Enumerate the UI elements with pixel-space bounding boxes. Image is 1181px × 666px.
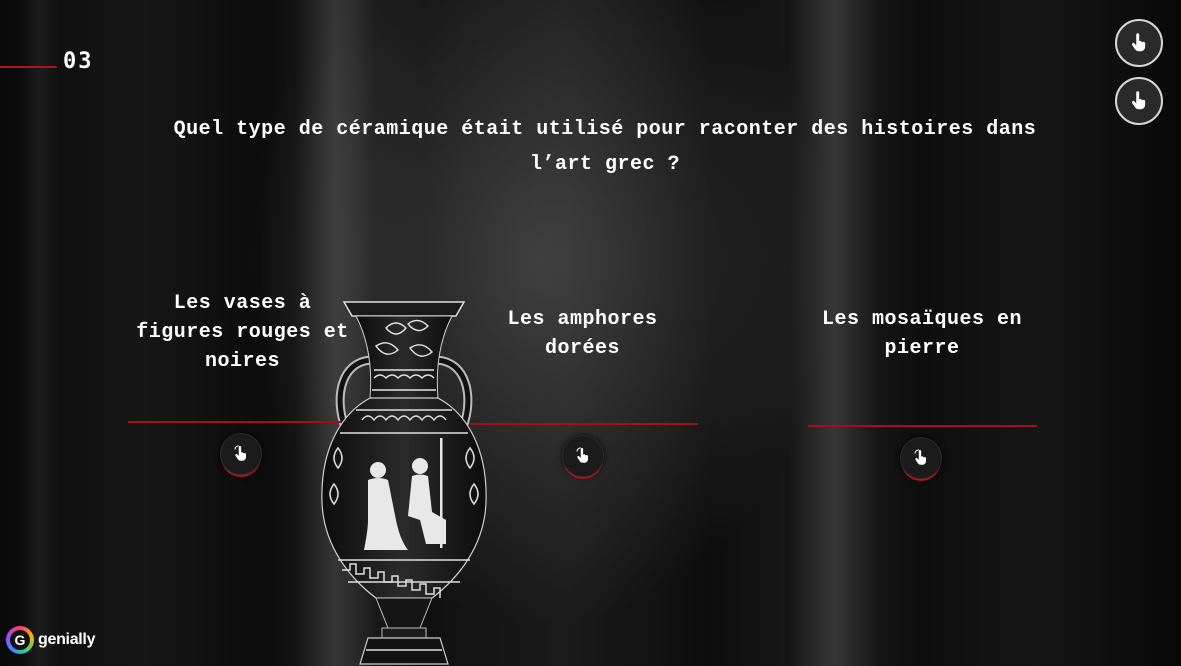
light-streak	[20, 0, 60, 666]
answer-1-underline	[128, 421, 341, 423]
answer-3-underline	[808, 425, 1037, 427]
quiz-slide: 03 Quel type de céramique était utilisé …	[0, 0, 1181, 666]
hand-pointer-icon	[576, 447, 589, 463]
answer-3-text: Les mosaïques en pierre	[821, 308, 1023, 360]
answer-2-underline	[470, 423, 698, 425]
answer-3-button[interactable]	[900, 437, 942, 479]
corner-hotspot-button-1[interactable]	[1115, 19, 1163, 67]
answer-2-button[interactable]	[562, 435, 604, 477]
genially-logo[interactable]: G genially	[6, 625, 95, 655]
answer-1-button[interactable]	[220, 433, 262, 475]
genially-logo-text: genially	[38, 631, 96, 648]
question-number: 03	[63, 49, 94, 74]
genially-logo-mark: G	[6, 626, 34, 654]
hand-pointer-icon	[1132, 33, 1146, 52]
question-text: Quel type de céramique était utilisé pou…	[173, 118, 1037, 176]
hand-pointer-icon	[914, 449, 927, 465]
question-number-rule	[0, 66, 57, 68]
answer-1-text: Les vases à figures rouges et noires	[136, 292, 349, 373]
corner-hotspot-button-2[interactable]	[1115, 77, 1163, 125]
hand-pointer-icon	[1132, 91, 1146, 110]
answer-2-text: Les amphores dorées	[507, 308, 658, 360]
hand-pointer-icon	[234, 445, 247, 461]
